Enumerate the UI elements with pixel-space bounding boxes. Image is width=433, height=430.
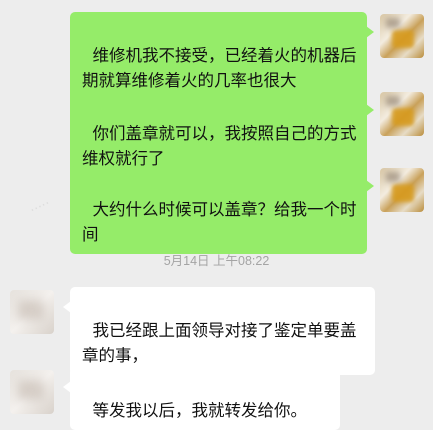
message-text: 维修机我不接受，已经着火的机器后期就算维修着火的几率也很大: [82, 46, 357, 90]
message-text: 你们盖章就可以，我按照自己的方式维权就行了: [82, 124, 357, 168]
watermark: ·····: [27, 196, 53, 219]
message-bubble-received[interactable]: 我已经跟上面领导对接了鉴定单要盖章的事，: [63, 287, 375, 375]
message-bubble-sent[interactable]: 大约什么时候可以盖章？给我一个时间: [70, 166, 374, 254]
message-text: 我已经跟上面领导对接了鉴定单要盖章的事，: [82, 321, 357, 365]
message-timestamp: 5月14日 上午08:22: [163, 254, 270, 268]
message-bubble-sent[interactable]: 你们盖章就可以，我按照自己的方式维权就行了: [70, 90, 374, 178]
my-avatar[interactable]: [380, 92, 424, 136]
message-bubble-received[interactable]: 等发我以后，我就转发给你。: [63, 367, 340, 430]
message-text: 大约什么时候可以盖章？给我一个时间: [82, 200, 357, 244]
contact-avatar[interactable]: [10, 290, 54, 334]
contact-avatar[interactable]: [10, 370, 54, 414]
my-avatar[interactable]: [380, 14, 424, 58]
message-text: 等发我以后，我就转发给你。: [92, 401, 308, 420]
my-avatar[interactable]: [380, 168, 424, 212]
message-bubble-sent[interactable]: 维修机我不接受，已经着火的机器后期就算维修着火的几率也很大: [70, 12, 374, 100]
